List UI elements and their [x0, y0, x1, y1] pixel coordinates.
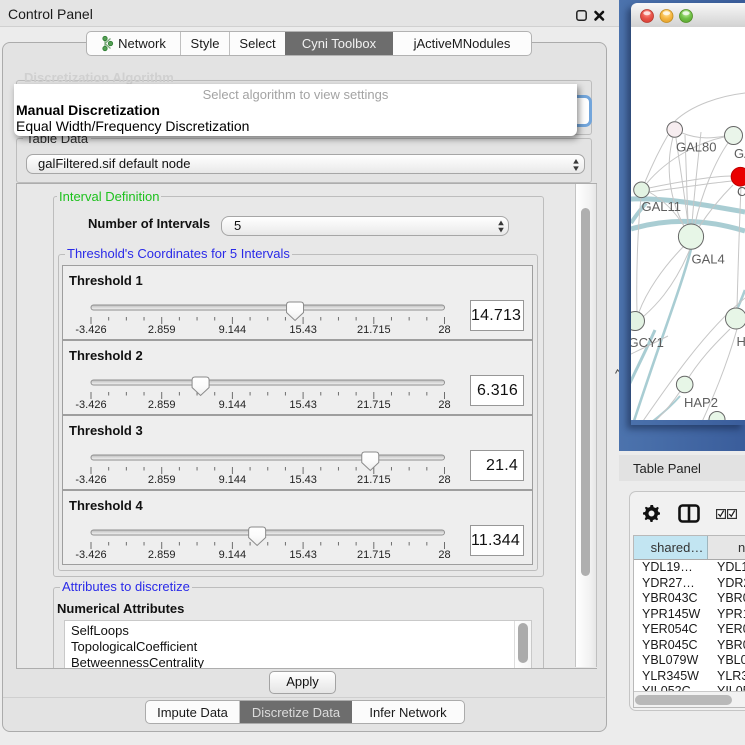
svg-text:21.715: 21.715	[357, 474, 391, 486]
svg-text:15.43: 15.43	[289, 549, 317, 561]
svg-text:21.715: 21.715	[357, 324, 391, 336]
svg-text:9.144: 9.144	[219, 549, 247, 561]
svg-text:28: 28	[438, 399, 450, 411]
svg-text:9.144: 9.144	[219, 474, 247, 486]
svg-text:GAL4: GAL4	[692, 252, 725, 267]
svg-text:15.43: 15.43	[289, 474, 317, 486]
svg-text:HAP2: HAP2	[684, 395, 718, 410]
svg-text:-3.426: -3.426	[75, 549, 106, 561]
svg-text:28: 28	[438, 549, 450, 561]
svg-text:-3.426: -3.426	[75, 324, 106, 336]
svg-text:28: 28	[438, 324, 450, 336]
svg-text:CRP1: CRP1	[737, 184, 745, 199]
svg-text:GAL11: GAL11	[642, 199, 682, 214]
svg-text:2.859: 2.859	[148, 549, 176, 561]
svg-text:21.715: 21.715	[357, 549, 391, 561]
svg-text:2.859: 2.859	[148, 399, 176, 411]
svg-text:28: 28	[438, 474, 450, 486]
svg-text:2.859: 2.859	[148, 324, 176, 336]
svg-text:HIS4: HIS4	[737, 334, 745, 349]
svg-text:9.144: 9.144	[219, 399, 247, 411]
svg-text:15.43: 15.43	[289, 399, 317, 411]
svg-text:-3.426: -3.426	[75, 399, 106, 411]
svg-text:15.43: 15.43	[289, 324, 317, 336]
svg-text:GAL3: GAL3	[734, 146, 745, 161]
svg-text:-3.426: -3.426	[75, 474, 106, 486]
svg-text:GCY1: GCY1	[631, 335, 664, 350]
svg-text:21.715: 21.715	[357, 399, 391, 411]
svg-text:9.144: 9.144	[219, 324, 247, 336]
svg-text:GAL80: GAL80	[676, 140, 716, 155]
svg-text:2.859: 2.859	[148, 474, 176, 486]
